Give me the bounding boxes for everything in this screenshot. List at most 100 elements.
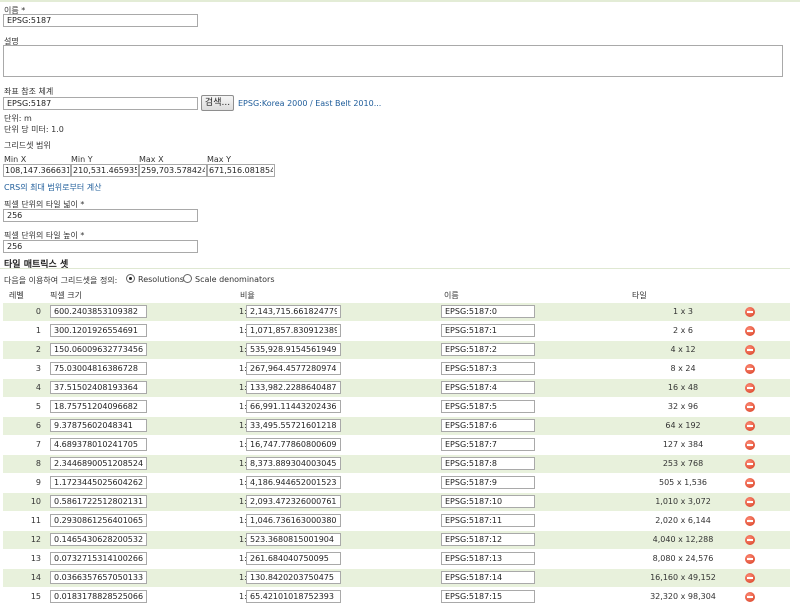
scale-denominators-radio[interactable] bbox=[183, 274, 192, 283]
pixel-size-input[interactable] bbox=[50, 495, 147, 508]
gridset-bounds-label: 그리드셋 범위 bbox=[4, 141, 51, 150]
tiles-cell: 2 x 6 bbox=[673, 326, 693, 335]
pixel-size-input[interactable] bbox=[50, 552, 147, 565]
column-header-scale: 비율 bbox=[240, 291, 255, 300]
resolutions-option-label[interactable]: Resolutions bbox=[138, 275, 184, 284]
scale-input[interactable] bbox=[246, 362, 341, 375]
level-cell: 8 bbox=[35, 459, 41, 468]
pixel-size-input[interactable] bbox=[50, 476, 147, 489]
tiles-cell: 4 x 12 bbox=[670, 345, 696, 354]
resolutions-radio[interactable] bbox=[126, 274, 135, 283]
scale-input[interactable] bbox=[246, 305, 341, 318]
max-x-label: Max X bbox=[139, 155, 164, 164]
remove-level-icon[interactable] bbox=[745, 421, 755, 431]
scale-input[interactable] bbox=[246, 495, 341, 508]
remove-level-icon[interactable] bbox=[745, 554, 755, 564]
pixel-size-input[interactable] bbox=[50, 324, 147, 337]
table-row: 141:16,160 x 49,152 bbox=[3, 569, 790, 587]
pixel-size-input[interactable] bbox=[50, 590, 147, 603]
level-name-input[interactable] bbox=[441, 476, 535, 489]
scale-input[interactable] bbox=[246, 571, 341, 584]
table-row: 71:127 x 384 bbox=[3, 436, 790, 454]
crs-search-button[interactable]: 검색... bbox=[201, 95, 234, 111]
level-name-input[interactable] bbox=[441, 324, 535, 337]
level-name-input[interactable] bbox=[441, 533, 535, 546]
pixel-size-input[interactable] bbox=[50, 514, 147, 527]
level-cell: 7 bbox=[35, 440, 41, 449]
tiles-cell: 16,160 x 49,152 bbox=[650, 573, 716, 582]
remove-level-icon[interactable] bbox=[745, 364, 755, 374]
scale-input[interactable] bbox=[246, 476, 341, 489]
remove-level-icon[interactable] bbox=[745, 497, 755, 507]
unit-text: 단위: m bbox=[4, 114, 32, 123]
compute-from-crs-link[interactable]: CRS의 최대 범위로부터 계산 bbox=[4, 182, 101, 193]
level-cell: 3 bbox=[35, 364, 41, 373]
pixel-size-input[interactable] bbox=[50, 400, 147, 413]
level-name-input[interactable] bbox=[441, 343, 535, 356]
tile-height-input[interactable] bbox=[3, 240, 198, 253]
scale-denominators-option-label[interactable]: Scale denominators bbox=[195, 275, 275, 284]
scale-input[interactable] bbox=[246, 514, 341, 527]
pixel-size-input[interactable] bbox=[50, 381, 147, 394]
min-x-input[interactable] bbox=[3, 164, 71, 177]
remove-level-icon[interactable] bbox=[745, 459, 755, 469]
column-header-pixel-size: 픽셀 크기 bbox=[50, 291, 82, 300]
scale-input[interactable] bbox=[246, 343, 341, 356]
remove-level-icon[interactable] bbox=[745, 326, 755, 336]
max-x-input[interactable] bbox=[139, 164, 207, 177]
top-divider bbox=[0, 0, 800, 2]
table-row: 41:16 x 48 bbox=[3, 379, 790, 397]
scale-input[interactable] bbox=[246, 400, 341, 413]
scale-input[interactable] bbox=[246, 552, 341, 565]
max-y-input[interactable] bbox=[207, 164, 275, 177]
level-name-input[interactable] bbox=[441, 552, 535, 565]
level-name-input[interactable] bbox=[441, 400, 535, 413]
pixel-size-input[interactable] bbox=[50, 438, 147, 451]
pixel-size-input[interactable] bbox=[50, 305, 147, 318]
scale-input[interactable] bbox=[246, 381, 341, 394]
pixel-size-input[interactable] bbox=[50, 362, 147, 375]
pixel-size-input[interactable] bbox=[50, 343, 147, 356]
pixel-size-input[interactable] bbox=[50, 571, 147, 584]
column-header-name: 이름 bbox=[444, 291, 459, 300]
table-row: 91:505 x 1,536 bbox=[3, 474, 790, 492]
level-cell: 2 bbox=[35, 345, 41, 354]
level-name-input[interactable] bbox=[441, 362, 535, 375]
pixel-size-input[interactable] bbox=[50, 419, 147, 432]
remove-level-icon[interactable] bbox=[745, 307, 755, 317]
level-name-input[interactable] bbox=[441, 495, 535, 508]
description-textarea[interactable] bbox=[3, 45, 783, 77]
pixel-size-input[interactable] bbox=[50, 457, 147, 470]
scale-input[interactable] bbox=[246, 457, 341, 470]
pixel-size-input[interactable] bbox=[50, 533, 147, 546]
scale-input[interactable] bbox=[246, 419, 341, 432]
level-name-input[interactable] bbox=[441, 590, 535, 603]
scale-input[interactable] bbox=[246, 590, 341, 603]
level-name-input[interactable] bbox=[441, 457, 535, 470]
min-y-input[interactable] bbox=[71, 164, 139, 177]
remove-level-icon[interactable] bbox=[745, 516, 755, 526]
tile-width-input[interactable] bbox=[3, 209, 198, 222]
level-name-input[interactable] bbox=[441, 514, 535, 527]
remove-level-icon[interactable] bbox=[745, 383, 755, 393]
crs-description-link[interactable]: EPSG:Korea 2000 / East Belt 2010... bbox=[238, 99, 381, 108]
level-name-input[interactable] bbox=[441, 305, 535, 318]
scale-input[interactable] bbox=[246, 324, 341, 337]
table-row: 31:8 x 24 bbox=[3, 360, 790, 378]
remove-level-icon[interactable] bbox=[745, 440, 755, 450]
level-name-input[interactable] bbox=[441, 571, 535, 584]
crs-input[interactable] bbox=[3, 97, 198, 110]
remove-level-icon[interactable] bbox=[745, 535, 755, 545]
scale-input[interactable] bbox=[246, 533, 341, 546]
level-name-input[interactable] bbox=[441, 438, 535, 451]
level-name-input[interactable] bbox=[441, 381, 535, 394]
remove-level-icon[interactable] bbox=[745, 345, 755, 355]
remove-level-icon[interactable] bbox=[745, 402, 755, 412]
level-name-input[interactable] bbox=[441, 419, 535, 432]
name-input[interactable] bbox=[3, 14, 198, 27]
level-cell: 10 bbox=[30, 497, 41, 506]
remove-level-icon[interactable] bbox=[745, 573, 755, 583]
tiles-cell: 1 x 3 bbox=[673, 307, 693, 316]
remove-level-icon[interactable] bbox=[745, 478, 755, 488]
scale-input[interactable] bbox=[246, 438, 341, 451]
